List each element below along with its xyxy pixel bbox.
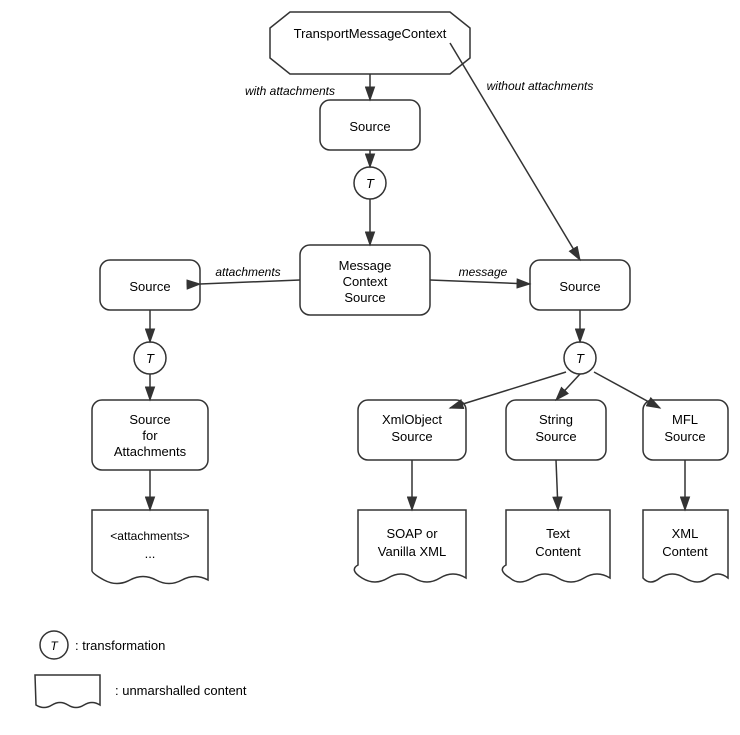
source-attach-line2: for <box>142 428 158 443</box>
label-attachments: attachments <box>215 265 280 279</box>
source-top-label: Source <box>349 119 390 134</box>
msg-ctx-line2: Context <box>343 274 388 289</box>
edge-t-right-mfl <box>594 372 660 408</box>
xml-line2: Content <box>662 544 708 559</box>
source-right-label: Source <box>559 279 600 294</box>
xmlobject-line2: Source <box>391 429 432 444</box>
diagram-svg: TransportMessageContext Source T Message… <box>0 0 740 735</box>
soap-line1: SOAP or <box>386 526 438 541</box>
xml-line1: XML <box>672 526 699 541</box>
label-without-attach: without attachments <box>487 79 594 93</box>
t-top-label: T <box>366 176 375 191</box>
edge-msg-source-left <box>200 280 300 284</box>
legend-torn-shape <box>35 675 100 708</box>
msg-ctx-line3: Source <box>344 290 385 305</box>
edge-transport-source-right <box>450 43 580 260</box>
transport-node <box>270 12 470 74</box>
diagram-container: TransportMessageContext Source T Message… <box>0 0 740 735</box>
t-right-label: T <box>576 351 585 366</box>
attachments-line2: ... <box>145 546 156 561</box>
source-left-label: Source <box>129 279 170 294</box>
string-source-line2: Source <box>535 429 576 444</box>
string-source-line1: String <box>539 412 573 427</box>
msg-ctx-line1: Message <box>339 258 392 273</box>
edge-t-right-string <box>556 374 580 400</box>
legend-torn-desc: : unmarshalled content <box>115 683 247 698</box>
xmlobject-line1: XmlObject <box>382 412 442 427</box>
transport-label: TransportMessageContext <box>294 26 447 41</box>
text-line2: Content <box>535 544 581 559</box>
edge-msg-source-right <box>430 280 530 284</box>
label-message: message <box>459 265 508 279</box>
mfl-source-line2: Source <box>664 429 705 444</box>
source-attach-line3: Attachments <box>114 444 187 459</box>
label-with-attach: with attachments <box>245 84 335 98</box>
legend-t-desc: : transformation <box>75 638 165 653</box>
source-attach-line1: Source <box>129 412 170 427</box>
edge-string-text <box>556 460 558 510</box>
attachments-line1: <attachments> <box>110 529 189 543</box>
text-line1: Text <box>546 526 570 541</box>
mfl-source-line1: MFL <box>672 412 698 427</box>
soap-line2: Vanilla XML <box>378 544 446 559</box>
t-left-label: T <box>146 351 155 366</box>
